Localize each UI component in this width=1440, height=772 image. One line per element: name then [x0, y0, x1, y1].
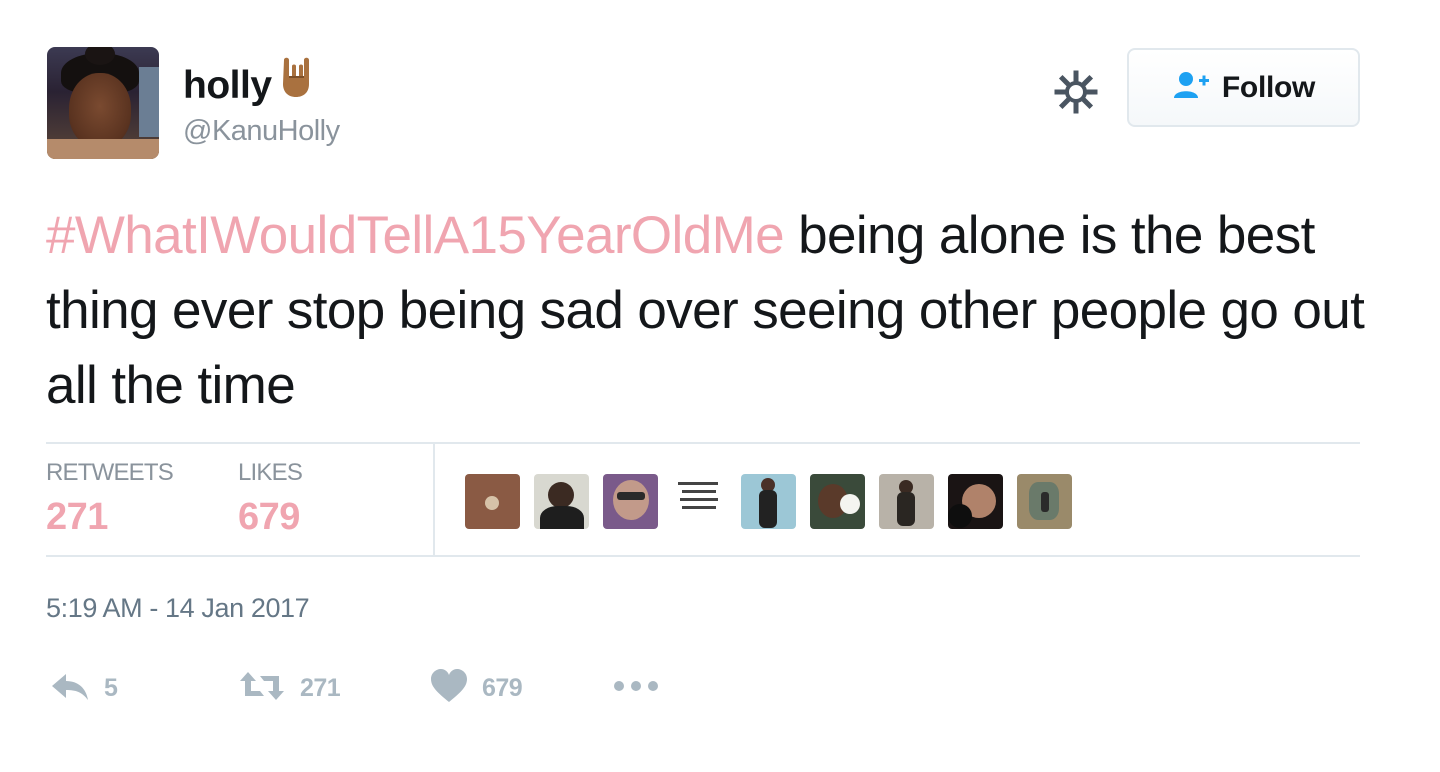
tweet-text: #WhatIWouldTellA15YearOldMe being alone … [46, 198, 1366, 423]
retweet-button[interactable]: 271 [238, 668, 341, 708]
add-user-icon [1172, 69, 1212, 106]
more-actions-button[interactable] [612, 668, 660, 708]
liker-avatar[interactable] [603, 474, 658, 529]
liker-avatar[interactable] [741, 474, 796, 529]
stats-divider-top [46, 442, 1360, 444]
liker-avatar[interactable] [534, 474, 589, 529]
gear-icon[interactable] [1054, 70, 1098, 114]
follow-button-label: Follow [1221, 70, 1316, 104]
liker-avatar[interactable] [465, 474, 520, 529]
likers-avatar-list [465, 474, 1072, 529]
retweets-stat[interactable]: RETWEETS 271 [46, 458, 174, 542]
retweet-count: 271 [300, 673, 341, 702]
liker-avatar[interactable] [672, 474, 727, 529]
like-button[interactable]: 679 [430, 668, 523, 708]
reply-count: 5 [104, 673, 118, 702]
stats-divider-bottom [46, 555, 1360, 557]
user-handle[interactable]: @KanuHolly [183, 113, 340, 149]
reply-icon [50, 670, 90, 707]
tweet-card: holly @KanuHolly Follow #WhatIWouldTellA… [0, 0, 1440, 772]
liker-avatar[interactable] [810, 474, 865, 529]
retweets-value: 271 [46, 496, 108, 538]
liker-avatar[interactable] [1017, 474, 1072, 529]
tweet-timestamp[interactable]: 5:19 AM - 14 Jan 2017 [46, 590, 310, 626]
stats-vertical-divider [433, 444, 435, 555]
likes-stat[interactable]: LIKES 679 [238, 458, 303, 542]
avatar-shirt [47, 139, 159, 159]
likes-label: LIKES [238, 459, 303, 486]
likes-value: 679 [238, 496, 300, 538]
retweet-icon [238, 670, 286, 707]
avatar[interactable] [47, 47, 159, 159]
liker-avatar[interactable] [948, 474, 1003, 529]
display-name[interactable]: holly [183, 57, 314, 110]
avatar-face [69, 73, 131, 147]
heart-icon [430, 668, 468, 708]
hashtag-link[interactable]: #WhatIWouldTellA15YearOldMe [46, 206, 785, 265]
sign-of-horns-emoji [278, 56, 314, 110]
avatar-background [139, 67, 159, 137]
follow-button[interactable]: Follow [1127, 48, 1360, 127]
display-name-text[interactable]: holly [183, 64, 272, 107]
liker-avatar[interactable] [879, 474, 934, 529]
retweets-label: RETWEETS [46, 459, 174, 486]
more-dots-icon [612, 679, 660, 698]
reply-button[interactable]: 5 [50, 668, 118, 708]
like-count: 679 [482, 673, 523, 702]
